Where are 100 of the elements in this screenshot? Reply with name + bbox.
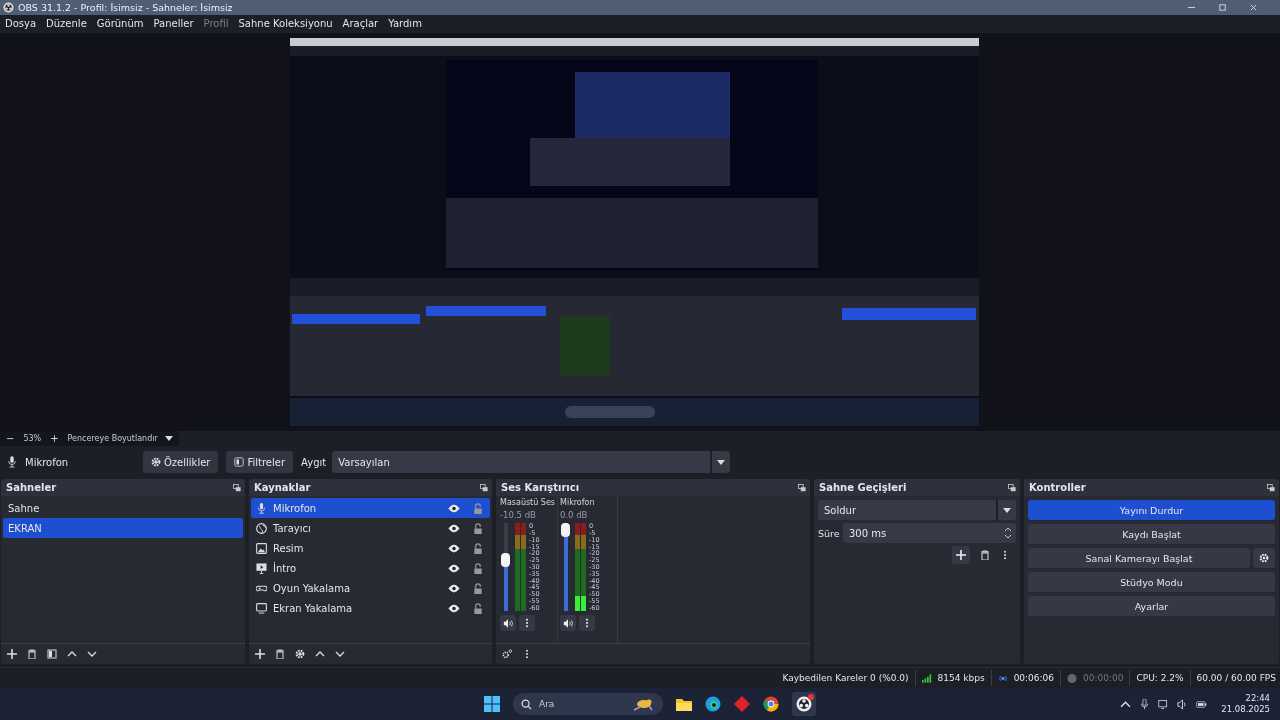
- more-button[interactable]: [519, 615, 535, 632]
- undock-icon[interactable]: [798, 483, 806, 492]
- search-field[interactable]: Ara: [513, 693, 663, 715]
- menu-item[interactable]: Dosya: [5, 18, 37, 30]
- add-icon[interactable]: [7, 649, 17, 660]
- undock-icon[interactable]: [480, 483, 488, 492]
- settings-button[interactable]: [1253, 548, 1275, 569]
- undock-icon[interactable]: [1267, 483, 1275, 492]
- menu-item[interactable]: Sahne Koleksiyonu: [238, 18, 333, 30]
- eye-icon[interactable]: [448, 602, 460, 614]
- chevron-up-icon[interactable]: [1120, 698, 1132, 710]
- volume-fader[interactable]: [560, 523, 572, 612]
- control-button[interactable]: Sanal Kamerayı Başlat: [1028, 548, 1250, 569]
- microphone-icon: [256, 502, 267, 514]
- fader-handle[interactable]: [561, 523, 570, 538]
- eye-icon[interactable]: [448, 542, 460, 554]
- gear-icon: [1259, 553, 1269, 564]
- mute-button[interactable]: [560, 615, 576, 632]
- settings-icon[interactable]: [295, 649, 305, 660]
- control-button[interactable]: Kaydı Başlat: [1028, 524, 1275, 545]
- gamepad-icon: [256, 582, 267, 594]
- source-item[interactable]: Oyun Yakalama: [251, 578, 490, 599]
- clock-time[interactable]: 22:44: [1245, 693, 1270, 704]
- more-button[interactable]: [579, 615, 595, 632]
- panel-title: Kontroller: [1029, 482, 1086, 494]
- eye-icon[interactable]: [448, 522, 460, 534]
- panel-title: Sahne Geçişleri: [819, 482, 907, 494]
- menu-item[interactable]: Yardım: [388, 18, 422, 30]
- obs-taskbar-button[interactable]: [792, 692, 816, 716]
- record-time: 00:00:00: [1083, 673, 1124, 684]
- zoom-out-button[interactable]: −: [4, 433, 17, 445]
- microphone-icon[interactable]: [1139, 698, 1151, 710]
- trash-icon[interactable]: [275, 649, 285, 660]
- menu-item[interactable]: Görünüm: [96, 18, 144, 30]
- trash-icon[interactable]: [980, 550, 990, 561]
- battery-icon[interactable]: [1196, 698, 1208, 710]
- lock-icon[interactable]: [472, 562, 484, 574]
- lock-icon[interactable]: [472, 522, 484, 534]
- duration-label: Süre: [818, 527, 840, 539]
- add-button[interactable]: [952, 546, 970, 565]
- volume-reading: -10.5 dB: [500, 510, 536, 521]
- duration-field[interactable]: 300 ms: [843, 523, 1016, 544]
- scene-item[interactable]: EKRAN: [3, 518, 243, 539]
- clock-date[interactable]: 21.08.2025: [1221, 704, 1270, 715]
- fit-to-window-label[interactable]: Pencereye Boyutlandır: [67, 434, 158, 444]
- eye-icon[interactable]: [448, 562, 460, 574]
- device-dropdown[interactable]: Varsayılan: [332, 451, 731, 474]
- start-icon[interactable]: [484, 696, 500, 712]
- filters-button[interactable]: Filtreler: [226, 451, 294, 474]
- lock-icon[interactable]: [472, 542, 484, 554]
- speaker-icon: [563, 618, 573, 628]
- diamond-icon[interactable]: [734, 696, 750, 712]
- fader-handle[interactable]: [501, 552, 510, 567]
- source-item[interactable]: Resim: [251, 538, 490, 559]
- gear-icon: [151, 457, 161, 468]
- spin-arrows-icon[interactable]: [1004, 527, 1012, 540]
- eye-icon[interactable]: [448, 502, 460, 514]
- mute-button[interactable]: [500, 615, 516, 632]
- close-icon[interactable]: [1249, 3, 1258, 12]
- bitrate: 8154 kbps: [937, 673, 985, 684]
- properties-button[interactable]: Özellikler: [143, 451, 219, 474]
- panel-title: Ses Karıştırıcı: [501, 482, 580, 494]
- browser-icon[interactable]: [705, 696, 721, 712]
- trash-icon[interactable]: [27, 649, 37, 660]
- source-item[interactable]: Tarayıcı: [251, 518, 490, 539]
- control-button[interactable]: Stüdyo Modu: [1028, 572, 1275, 593]
- scene-item[interactable]: Sahne: [3, 498, 243, 519]
- volume-fader[interactable]: [500, 523, 512, 612]
- caret-icon: [717, 459, 726, 465]
- advanced-audio-icon[interactable]: [502, 649, 512, 660]
- transition-dropdown[interactable]: Soldur: [818, 500, 1016, 521]
- device-label: Aygıt: [301, 456, 327, 468]
- add-icon[interactable]: [255, 649, 265, 660]
- maximize-icon[interactable]: [1218, 3, 1227, 12]
- fps: 60.00 / 60.00 FPS: [1196, 673, 1276, 684]
- menu-item[interactable]: Araçlar: [342, 18, 379, 30]
- window-title: OBS 31.1.2 - Profil: İsimsiz - Sahneler: İsimsiz: [18, 2, 233, 13]
- source-name: Mikrofon: [25, 456, 70, 468]
- source-item[interactable]: İntro: [251, 558, 490, 579]
- zoom-in-button[interactable]: +: [48, 433, 61, 445]
- panel-title: Sahneler: [6, 482, 57, 494]
- source-item[interactable]: Mikrofon: [251, 498, 490, 519]
- undock-icon[interactable]: [233, 483, 241, 492]
- microphone-icon: [7, 456, 17, 469]
- speaker-icon[interactable]: [1177, 698, 1189, 710]
- caret-icon[interactable]: [164, 436, 173, 442]
- add-icon: [956, 550, 966, 561]
- control-button[interactable]: Yayını Durdur: [1028, 500, 1275, 521]
- lock-icon[interactable]: [472, 582, 484, 594]
- undock-icon[interactable]: [1008, 483, 1016, 492]
- menu-item[interactable]: Düzenle: [46, 18, 87, 30]
- source-item[interactable]: Ekran Yakalama: [251, 598, 490, 619]
- eye-icon[interactable]: [448, 582, 460, 594]
- folder-icon[interactable]: [676, 696, 692, 712]
- menu-item[interactable]: Paneller: [153, 18, 194, 30]
- panel-title: Kaynaklar: [254, 482, 311, 494]
- search-icon: [521, 698, 532, 710]
- control-button[interactable]: Ayarlar: [1028, 596, 1275, 617]
- filter-icon[interactable]: [47, 649, 57, 660]
- lock-icon[interactable]: [472, 602, 484, 614]
